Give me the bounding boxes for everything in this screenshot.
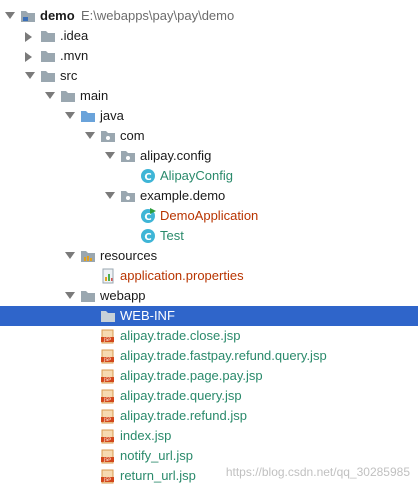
tree-node-label: WEB-INF	[120, 308, 175, 323]
project-tree: demo E:\webapps\pay\pay\demo .idea .mvn src m…	[0, 0, 418, 491]
tree-node-alipayconfig[interactable]: C AlipayConfig	[0, 166, 418, 186]
package-icon	[100, 128, 116, 144]
tree-node-label: .idea	[60, 28, 89, 43]
svg-text:JSP: JSP	[103, 417, 111, 423]
tree-node-label: Test	[160, 228, 184, 243]
jsp-file-icon: JSP	[100, 368, 116, 384]
java-class-runnable-icon: C	[140, 208, 156, 224]
jsp-file-icon: JSP	[100, 348, 116, 364]
tree-node-label: AlipayConfig	[160, 168, 233, 183]
folder-icon	[80, 288, 96, 304]
svg-text:JSP: JSP	[103, 397, 111, 403]
tree-node-main[interactable]: main	[0, 86, 418, 106]
svg-text:JSP: JSP	[103, 457, 111, 463]
jsp-file-icon: JSP	[100, 428, 116, 444]
svg-text:JSP: JSP	[103, 377, 111, 383]
tree-node-label: src	[60, 68, 78, 83]
tree-node-alipay-trade-close-jsp[interactable]: JSP alipay.trade.close.jsp	[0, 326, 418, 346]
tree-node-label: return_url.jsp	[120, 468, 196, 483]
jsp-file-icon: JSP	[100, 408, 116, 424]
tree-node-notify-url-jsp[interactable]: JSP notify_url.jsp	[0, 446, 418, 466]
tree-node-application-properties[interactable]: application.properties	[0, 266, 418, 286]
resources-folder-icon	[80, 248, 96, 264]
java-class-icon: C	[140, 228, 156, 244]
folder-icon	[100, 308, 116, 324]
folder-icon	[40, 28, 56, 44]
tree-node-label: DemoApplication	[160, 208, 259, 223]
tree-node-label: notify_url.jsp	[120, 448, 193, 463]
tree-node-label: resources	[100, 248, 158, 263]
svg-text:JSP: JSP	[103, 477, 111, 483]
chevron-down-icon[interactable]	[64, 286, 76, 306]
chevron-down-icon[interactable]	[24, 66, 36, 86]
tree-node-index-jsp[interactable]: JSP index.jsp	[0, 426, 418, 446]
tree-node-alipay-trade-page-pay-jsp[interactable]: JSP alipay.trade.page.pay.jsp	[0, 366, 418, 386]
properties-file-icon	[100, 268, 116, 284]
module-folder-icon	[20, 8, 36, 24]
tree-node-label: example.demo	[140, 188, 226, 203]
tree-node-demo[interactable]: demo E:\webapps\pay\pay\demo	[0, 6, 418, 26]
tree-node-label: .mvn	[60, 48, 89, 63]
folder-icon	[40, 68, 56, 84]
chevron-down-icon[interactable]	[84, 126, 96, 146]
folder-icon	[40, 48, 56, 64]
svg-text:JSP: JSP	[103, 357, 111, 363]
tree-node-alipay-trade-query-jsp[interactable]: JSP alipay.trade.query.jsp	[0, 386, 418, 406]
tree-node-idea[interactable]: .idea	[0, 26, 418, 46]
chevron-down-icon[interactable]	[44, 86, 56, 106]
svg-text:JSP: JSP	[103, 437, 111, 443]
tree-node-label: alipay.trade.page.pay.jsp	[120, 368, 263, 383]
folder-icon	[60, 88, 76, 104]
tree-node-java[interactable]: java	[0, 106, 418, 126]
jsp-file-icon: JSP	[100, 468, 116, 484]
tree-node-label: alipay.trade.query.jsp	[120, 388, 242, 403]
svg-text:JSP: JSP	[103, 337, 111, 343]
tree-node-alipay-config[interactable]: alipay.config	[0, 146, 418, 166]
svg-text:C: C	[144, 172, 151, 183]
jsp-file-icon: JSP	[100, 328, 116, 344]
jsp-file-icon: JSP	[100, 448, 116, 464]
tree-node-com[interactable]: com	[0, 126, 418, 146]
chevron-down-icon[interactable]	[104, 146, 116, 166]
tree-node-alipay-trade-refund-jsp[interactable]: JSP alipay.trade.refund.jsp	[0, 406, 418, 426]
tree-node-mvn[interactable]: .mvn	[0, 46, 418, 66]
tree-node-label: alipay.trade.close.jsp	[120, 328, 241, 343]
jsp-file-icon: JSP	[100, 388, 116, 404]
tree-node-label: index.jsp	[120, 428, 172, 443]
chevron-down-icon[interactable]	[64, 246, 76, 266]
tree-node-resources[interactable]: resources	[0, 246, 418, 266]
watermark: https://blog.csdn.net/qq_30285985	[225, 465, 410, 479]
tree-node-label: java	[100, 108, 124, 123]
tree-node-web-inf[interactable]: WEB-INF	[0, 306, 418, 326]
tree-node-label: demo	[40, 8, 75, 23]
chevron-right-icon[interactable]	[24, 46, 36, 66]
tree-node-label: alipay.config	[140, 148, 212, 163]
tree-node-alipay-trade-fastpay-refund-query-jsp[interactable]: JSP alipay.trade.fastpay.refund.query.jsp	[0, 346, 418, 366]
package-icon	[120, 148, 136, 164]
svg-text:C: C	[144, 232, 151, 243]
tree-node-webapp[interactable]: webapp	[0, 286, 418, 306]
tree-node-label: alipay.trade.fastpay.refund.query.jsp	[120, 348, 327, 363]
tree-node-label: application.properties	[120, 268, 244, 283]
package-icon	[120, 188, 136, 204]
tree-node-example-demo[interactable]: example.demo	[0, 186, 418, 206]
source-folder-icon	[80, 108, 96, 124]
chevron-right-icon[interactable]	[24, 26, 36, 46]
tree-node-label: alipay.trade.refund.jsp	[120, 408, 247, 423]
tree-node-test[interactable]: C Test	[0, 226, 418, 246]
tree-node-label: main	[80, 88, 109, 103]
tree-node-label: com	[120, 128, 145, 143]
tree-node-label: webapp	[100, 288, 146, 303]
module-path: E:\webapps\pay\pay\demo	[81, 8, 235, 23]
tree-node-demoapplication[interactable]: C DemoApplication	[0, 206, 418, 226]
chevron-down-icon[interactable]	[104, 186, 116, 206]
chevron-down-icon[interactable]	[64, 106, 76, 126]
chevron-down-icon[interactable]	[4, 6, 16, 26]
java-class-icon: C	[140, 168, 156, 184]
tree-node-src[interactable]: src	[0, 66, 418, 86]
